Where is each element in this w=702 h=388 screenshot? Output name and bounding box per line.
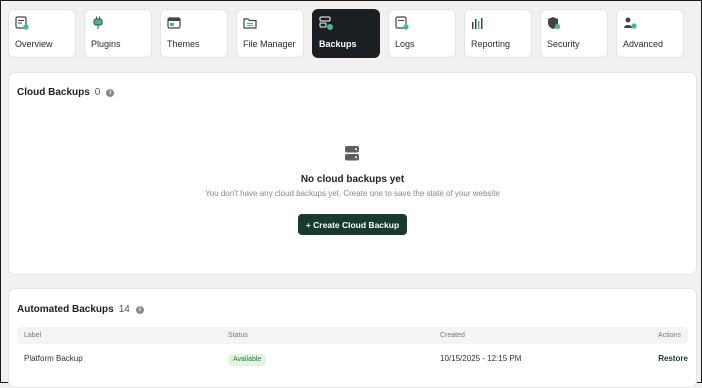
bar-chart-icon	[472, 18, 483, 29]
created-date: 10/15/2025 - 12:15 PM	[440, 354, 522, 363]
tab-label: File Manager	[243, 39, 296, 49]
tab-label: Plugins	[91, 39, 121, 49]
advanced-settings-icon	[624, 17, 637, 29]
tab-themes[interactable]: Themes	[160, 9, 228, 58]
tab-label: Security	[547, 39, 580, 49]
tab-security[interactable]: Security	[540, 9, 608, 58]
info-icon[interactable]: i	[106, 88, 115, 97]
backups-table: Label Status Created Actions Platform Ba…	[17, 327, 688, 374]
tab-label: Themes	[167, 39, 200, 49]
tab-label: Advanced	[623, 39, 664, 49]
tab-backups[interactable]: Backups	[312, 9, 380, 58]
restore-button[interactable]: Restore	[658, 344, 688, 374]
tab-file-manager[interactable]: File Manager	[236, 9, 304, 58]
info-icon[interactable]: i	[135, 305, 144, 314]
server-icon	[345, 146, 359, 161]
folder-icon	[243, 18, 257, 29]
cloud-backups-header: Cloud Backups 0 i	[17, 87, 115, 98]
backup-count: 0	[94, 87, 101, 98]
status-badge: Available	[228, 354, 267, 366]
backup-label: Platform Backup	[24, 354, 83, 363]
automated-backups-card: Automated Backups 14 i Label Status Crea…	[8, 288, 697, 388]
tab-plugins[interactable]: Plugins	[84, 9, 152, 58]
plugin-icon	[93, 16, 103, 29]
table-header: Label Status Created Actions	[17, 327, 688, 344]
cloud-backups-card: Cloud Backups 0 i No cloud backups yet Y…	[8, 72, 697, 275]
tab-bar: Overview Plugins Themes File Manager Bac…	[8, 9, 684, 58]
create-cloud-backup-button[interactable]: + Create Cloud Backup	[298, 214, 407, 235]
column-header-label: Label	[24, 332, 42, 339]
logs-icon	[395, 16, 409, 30]
empty-state-description: You don't have any cloud backups yet. Cr…	[205, 189, 500, 198]
column-header-created: Created	[440, 332, 465, 339]
overview-icon	[15, 16, 29, 30]
section-title: Cloud Backups	[17, 87, 90, 98]
tab-label: Overview	[15, 39, 53, 49]
themes-icon	[167, 17, 181, 29]
tab-advanced[interactable]: Advanced	[616, 9, 684, 58]
column-header-actions: Actions	[658, 332, 681, 339]
tab-label: Logs	[395, 39, 415, 49]
tab-logs[interactable]: Logs	[388, 9, 456, 58]
backup-count: 14	[118, 304, 130, 315]
tab-reporting[interactable]: Reporting	[464, 9, 532, 58]
empty-state-title: No cloud backups yet	[300, 174, 405, 185]
automated-backups-header: Automated Backups 14 i	[17, 304, 144, 315]
column-header-status: Status	[228, 332, 248, 339]
tab-overview[interactable]: Overview	[8, 9, 76, 58]
tab-label: Backups	[319, 39, 357, 49]
section-title: Automated Backups	[17, 304, 114, 315]
shield-icon	[548, 17, 561, 30]
backup-server-icon	[319, 16, 333, 30]
tab-label: Reporting	[471, 39, 511, 49]
table-row: Platform Backup Available 10/15/2025 - 1…	[17, 344, 688, 374]
